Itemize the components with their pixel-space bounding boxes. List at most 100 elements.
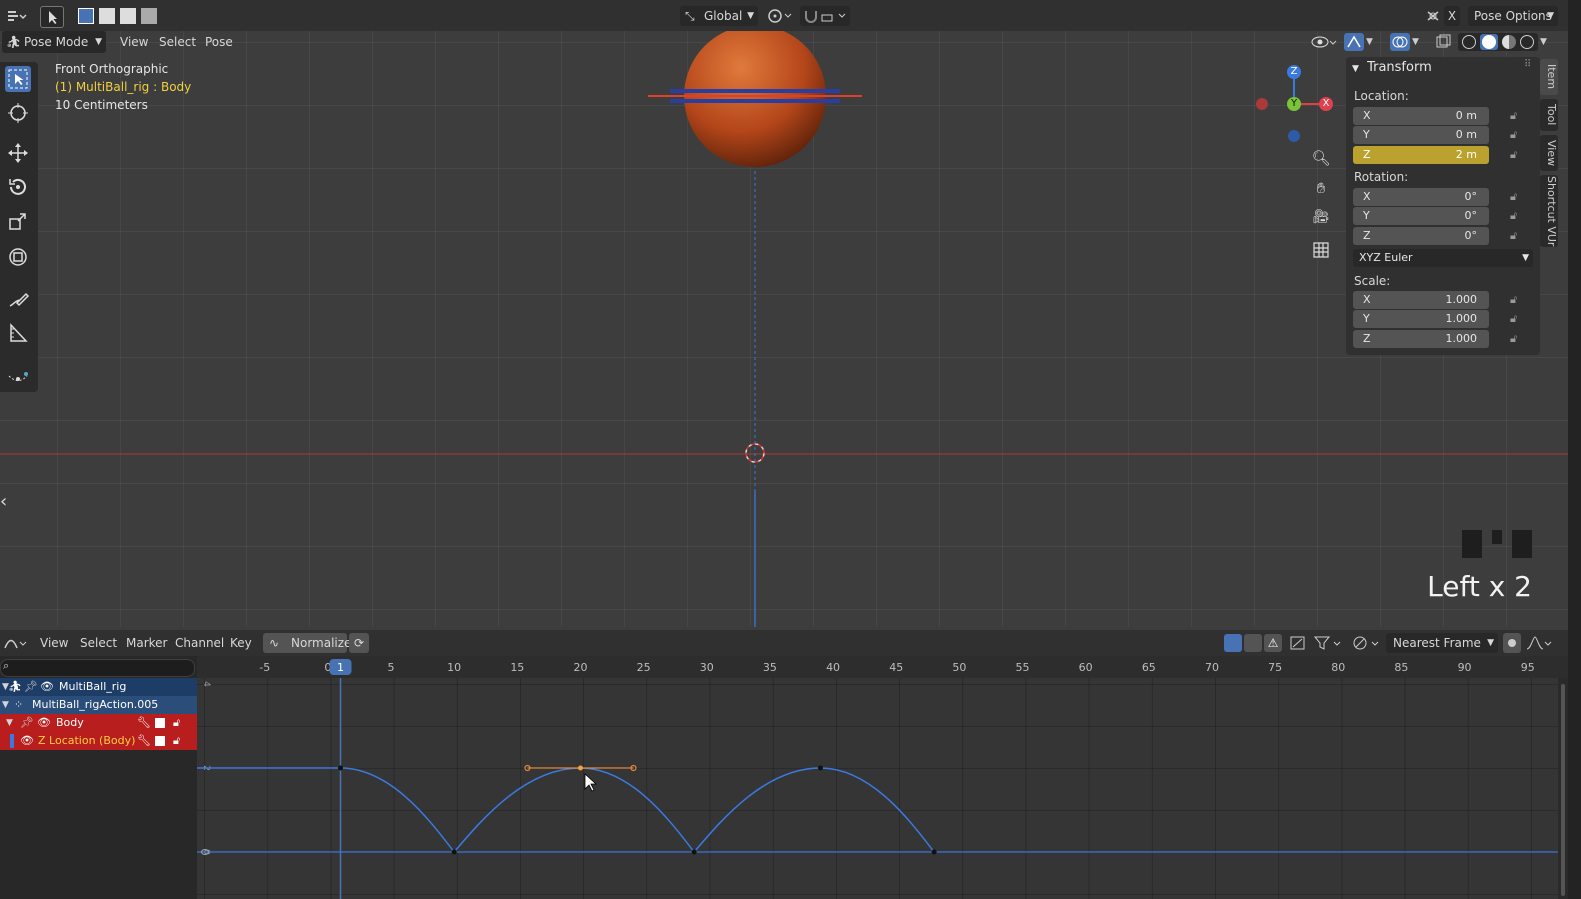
- lock-icon[interactable]: 🔓︎: [1510, 230, 1524, 242]
- rotation-mode-dropdown[interactable]: XYZ Euler ▼: [1353, 249, 1533, 267]
- rotate-tool-icon[interactable]: [5, 174, 31, 200]
- transform-panel-header[interactable]: ▼ Transform: [1352, 59, 1432, 77]
- gizmo-x-label[interactable]: X: [1317, 96, 1335, 112]
- select-invert-icon[interactable]: [141, 8, 157, 24]
- wireframe-shading-icon[interactable]: [1462, 35, 1476, 49]
- channel-row-object[interactable]: ▼ ⛹︎ 📌︎ 👁︎ MultiBall_rig: [0, 678, 197, 696]
- ge-menu-select[interactable]: Select: [80, 632, 117, 654]
- pivot-point-icon[interactable]: [764, 6, 794, 26]
- pivot-icon[interactable]: [1350, 632, 1382, 654]
- gizmo-options-icon[interactable]: [1424, 6, 1442, 26]
- snap-toggle[interactable]: [800, 6, 850, 26]
- 3d-viewport[interactable]: Z Y X 🔍︎ ✋︎ 🎥︎ Front Orthographic (1) Mu…: [0, 31, 1568, 627]
- chevron-down-icon[interactable]: ▼: [1366, 33, 1382, 51]
- zoom-icon[interactable]: 🔍︎: [1310, 149, 1332, 171]
- eye-icon[interactable]: 👁︎: [40, 678, 54, 696]
- graph-editor-canvas[interactable]: 420: [197, 678, 1558, 899]
- scale-tool-icon[interactable]: [5, 209, 31, 235]
- cursor-tool-icon[interactable]: [5, 100, 31, 126]
- snap-mode-dropdown[interactable]: Nearest Frame ▼: [1386, 633, 1498, 653]
- warning-icon[interactable]: ⚠: [1264, 634, 1282, 652]
- grid-icon[interactable]: [1310, 239, 1332, 261]
- pan-hand-icon[interactable]: ✋︎: [1310, 179, 1332, 201]
- expand-arrow-icon[interactable]: ▼: [2, 696, 9, 714]
- modifier-wrench-icon[interactable]: 🔧︎: [137, 714, 151, 732]
- camera-icon[interactable]: 🎥︎: [1310, 209, 1332, 231]
- select-new-icon[interactable]: [78, 8, 94, 24]
- refresh-icon[interactable]: ⟳: [349, 633, 369, 653]
- only-selected-icon[interactable]: [1224, 634, 1242, 652]
- lock-icon[interactable]: 🔓︎: [1510, 149, 1524, 161]
- transform-orientation-dropdown[interactable]: ⤡ Global ▼: [680, 6, 758, 26]
- lock-icon[interactable]: 🔓︎: [1510, 191, 1524, 203]
- mode-dropdown[interactable]: ⛹︎ Pose Mode ▼: [2, 31, 106, 53]
- scale-y-field[interactable]: Y 1.000: [1353, 310, 1489, 328]
- annotate-tool-icon[interactable]: [5, 286, 31, 312]
- graph-editor-type-icon[interactable]: [2, 632, 30, 654]
- menu-select[interactable]: Select: [159, 31, 196, 53]
- rendered-shading-icon[interactable]: [1520, 35, 1534, 49]
- tab-tool[interactable]: Tool: [1540, 99, 1558, 131]
- select-box-tool-icon[interactable]: [5, 66, 31, 92]
- normalize-toggle[interactable]: ∿ Normalize: [263, 633, 351, 653]
- location-y-field[interactable]: Y0 m: [1353, 126, 1489, 144]
- measure-tool-icon[interactable]: [5, 320, 31, 346]
- xray-toggle-icon[interactable]: [1434, 33, 1452, 51]
- pose-options-dropdown[interactable]: Pose Options ▼: [1468, 6, 1558, 26]
- visibility-icon[interactable]: [1310, 31, 1338, 53]
- pin-icon[interactable]: 📌︎: [20, 714, 34, 732]
- chevron-down-icon[interactable]: ▼: [1540, 33, 1554, 51]
- bone-envelope-tool-icon[interactable]: [5, 362, 31, 388]
- ge-menu-marker[interactable]: Marker: [126, 632, 167, 654]
- rotation-z-field[interactable]: Z 0°: [1353, 227, 1489, 245]
- select-extend-icon[interactable]: [99, 8, 115, 24]
- lock-icon[interactable]: 🔓︎: [173, 714, 180, 732]
- rotation-x-field[interactable]: X 0°: [1353, 188, 1489, 206]
- ge-menu-view[interactable]: View: [40, 632, 68, 654]
- falloff-icon[interactable]: [1524, 632, 1554, 654]
- show-curve-extremes-icon[interactable]: [1288, 632, 1308, 654]
- lock-icon[interactable]: 🔓︎: [1510, 313, 1524, 325]
- lock-icon[interactable]: 🔓︎: [1510, 129, 1524, 141]
- x-mirror-toggle[interactable]: X: [1444, 6, 1460, 26]
- location-z-field[interactable]: Z2 m: [1353, 146, 1489, 164]
- drag-handle-icon[interactable]: ⠿: [1524, 59, 1531, 70]
- eye-icon[interactable]: 👁︎: [20, 732, 34, 750]
- editor-type-icon[interactable]: [4, 6, 28, 26]
- lock-icon[interactable]: 🔓︎: [173, 732, 180, 750]
- lock-icon[interactable]: 🔓︎: [1510, 333, 1524, 345]
- channel-row-group[interactable]: ▼ 📌︎ 👁︎ Body 🔧︎ 🔓︎: [0, 714, 197, 732]
- select-tool-icon[interactable]: [40, 6, 64, 28]
- rotation-y-field[interactable]: Y 0°: [1353, 207, 1489, 225]
- menu-pose[interactable]: Pose: [205, 31, 233, 53]
- transform-tool-icon[interactable]: [5, 244, 31, 270]
- mute-checkbox[interactable]: [155, 736, 165, 746]
- gizmo-y-label[interactable]: Y: [1285, 96, 1303, 112]
- select-subtract-icon[interactable]: [120, 8, 136, 24]
- filter-icon[interactable]: [1312, 632, 1344, 654]
- lock-icon[interactable]: 🔓︎: [1510, 110, 1524, 122]
- scale-z-field[interactable]: Z 1.000: [1353, 330, 1489, 348]
- tab-shortcut-vur[interactable]: Shortcut VUr: [1540, 175, 1558, 247]
- ge-menu-channel[interactable]: Channel: [175, 632, 224, 654]
- ge-menu-key[interactable]: Key: [230, 632, 252, 654]
- tab-view[interactable]: View: [1540, 135, 1558, 171]
- lock-icon[interactable]: 🔓︎: [1510, 210, 1524, 222]
- menu-view[interactable]: View: [120, 31, 148, 53]
- gizmo-toggle-icon[interactable]: [1344, 33, 1364, 51]
- scale-x-field[interactable]: X 1.000: [1353, 291, 1489, 309]
- gizmo-z-label[interactable]: Z: [1285, 64, 1303, 80]
- modifier-wrench-icon[interactable]: 🔧︎: [137, 732, 151, 750]
- tab-item[interactable]: Item: [1540, 59, 1558, 95]
- pin-icon[interactable]: 📌︎: [24, 678, 38, 696]
- hidden-toggle-icon[interactable]: [1244, 634, 1262, 652]
- chevron-down-icon[interactable]: ▼: [1412, 33, 1426, 51]
- expand-arrow-icon[interactable]: ▼: [6, 714, 13, 732]
- eye-icon[interactable]: 👁︎: [37, 714, 51, 732]
- channel-row-fcurve[interactable]: 👁︎ Z Location (Body) 🔧︎ 🔓︎: [0, 732, 197, 750]
- toolbar-collapse-icon[interactable]: ‹: [0, 491, 12, 515]
- channel-search-input[interactable]: ⌕: [0, 659, 195, 677]
- lock-icon[interactable]: 🔓︎: [1510, 294, 1524, 306]
- channel-row-action[interactable]: ▼ ⁘ MultiBall_rigAction.005: [0, 696, 197, 714]
- mute-checkbox[interactable]: [155, 718, 165, 728]
